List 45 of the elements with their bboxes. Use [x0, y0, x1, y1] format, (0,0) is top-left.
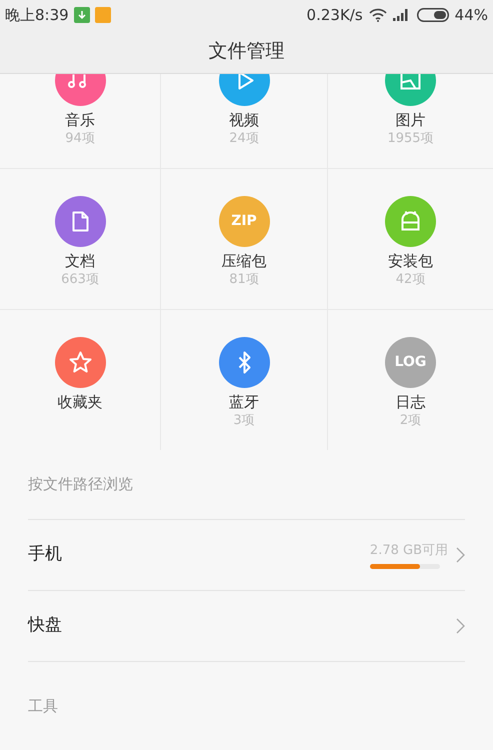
item-count: 1955项: [387, 130, 434, 148]
category-label: 视频: [229, 110, 259, 130]
category-tile[interactable]: 收藏夹: [0, 310, 161, 450]
download-icon: [74, 6, 90, 23]
category-label: 音乐: [65, 110, 95, 130]
item-count: 3项: [233, 412, 255, 430]
category-label: 图片: [396, 110, 426, 130]
storage-row[interactable]: 快盘: [28, 591, 465, 662]
network-speed: 0.23K/s: [306, 4, 363, 26]
category-tile[interactable]: LOG 日志 2项: [328, 310, 493, 450]
notification-icon: [94, 6, 111, 23]
item-count: 24项: [229, 130, 259, 148]
page-title: 文件管理: [208, 39, 284, 64]
category-label: 文档: [65, 251, 95, 271]
storage-free: 2.78 GB可用: [370, 542, 448, 560]
wifi-icon: [368, 8, 387, 22]
category-tile[interactable]: 图片 1955项: [328, 74, 493, 169]
chevron-right-icon: [456, 547, 465, 563]
battery-icon: [416, 8, 449, 22]
category-icon: ZIP: [218, 196, 270, 247]
battery-percent: 44%: [454, 4, 488, 26]
item-count: 42项: [396, 271, 426, 289]
storage-row[interactable]: 手机 2.78 GB可用: [28, 520, 465, 591]
category-label: 收藏夹: [58, 392, 102, 412]
storage-label: 手机: [28, 543, 62, 566]
category-icon: LOG: [385, 337, 436, 388]
item-count: 81项: [229, 271, 259, 289]
storage-label: 快盘: [28, 614, 62, 638]
chevron-right-icon: [456, 618, 465, 634]
section-heading: 按文件路径浏览: [28, 450, 465, 520]
category-tile[interactable]: ZIP 压缩包 81项: [161, 169, 328, 310]
item-count: 94项: [65, 130, 95, 148]
status-time: 晚上8:39: [5, 4, 69, 26]
category-tile[interactable]: 文档 663项: [0, 169, 161, 310]
item-count: 663项: [61, 271, 99, 289]
category-tile[interactable]: 音乐 94项: [0, 74, 161, 169]
category-tile[interactable]: 蓝牙 3项: [161, 310, 328, 450]
section-heading: 工具: [28, 696, 59, 717]
category-label: 日志: [396, 392, 426, 412]
item-count: 2项: [400, 412, 422, 430]
category-tile[interactable]: 安装包 42项: [328, 169, 493, 310]
category-label: 安装包: [388, 251, 433, 271]
category-tile[interactable]: 视频 24项: [161, 74, 328, 169]
category-label: 蓝牙: [229, 392, 259, 412]
category-label: 压缩包: [222, 251, 266, 271]
